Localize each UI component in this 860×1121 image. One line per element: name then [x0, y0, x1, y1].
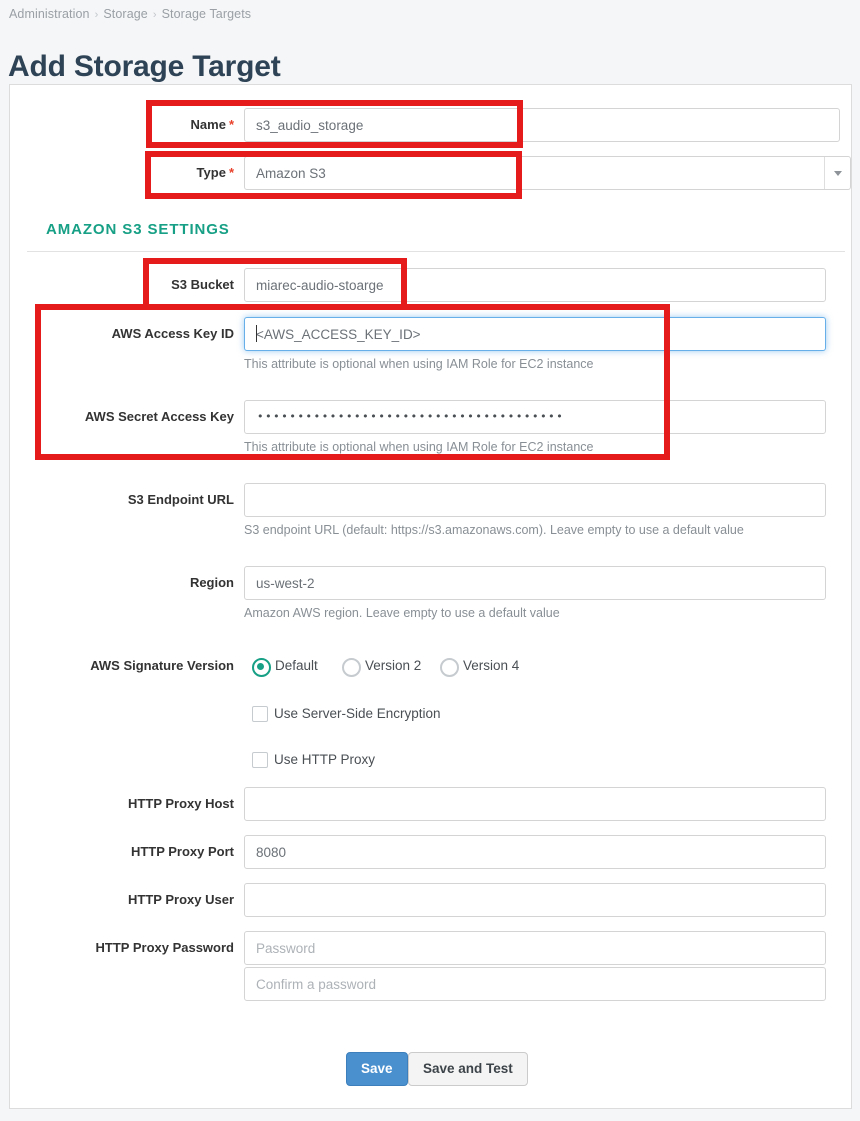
required-asterisk: *	[228, 165, 234, 180]
page-title: Add Storage Target	[8, 50, 281, 84]
name-label: Name *	[190, 117, 234, 132]
access-key-id-label: AWS Access Key ID	[111, 326, 234, 341]
proxy-password-confirm-input[interactable]	[244, 967, 826, 1001]
signature-version-label: AWS Signature Version	[90, 658, 234, 673]
breadcrumb-item-administration[interactable]: Administration	[9, 7, 90, 21]
breadcrumb: Administration › Storage › Storage Targets	[9, 7, 251, 21]
secret-access-key-masked-value: ••••••••••••••••••••••••••••••••••••••	[257, 410, 565, 423]
type-select[interactable]: Amazon S3	[244, 156, 851, 190]
secret-access-key-help: This attribute is optional when using IA…	[244, 440, 594, 454]
proxy-user-label: HTTP Proxy User	[128, 892, 234, 907]
endpoint-url-label: S3 Endpoint URL	[127, 492, 234, 507]
checkbox-use-http-proxy[interactable]: Use HTTP Proxy	[252, 750, 375, 770]
proxy-password-label: HTTP Proxy Password	[95, 940, 234, 955]
radio-default[interactable]: Default	[252, 656, 318, 677]
proxy-password-input[interactable]	[244, 931, 826, 965]
type-label: Type *	[196, 165, 234, 180]
breadcrumb-separator: ›	[152, 9, 157, 21]
radio-version-4[interactable]: Version 4	[440, 656, 519, 677]
section-divider	[27, 251, 845, 252]
region-help: Amazon AWS region. Leave empty to use a …	[244, 606, 560, 620]
breadcrumb-item-storage[interactable]: Storage	[103, 7, 147, 21]
required-asterisk: *	[228, 117, 234, 132]
text-cursor	[256, 325, 257, 342]
secret-access-key-input[interactable]: ••••••••••••••••••••••••••••••••••••••	[244, 400, 826, 434]
s3-bucket-input[interactable]	[244, 268, 826, 302]
region-input[interactable]	[244, 566, 826, 600]
form-card: Name* Type* Amazon S3 AMAZON S3 SETTINGS…	[9, 84, 852, 1109]
proxy-port-label: HTTP Proxy Port	[130, 844, 234, 859]
region-label: Region	[189, 575, 234, 590]
proxy-host-label: HTTP Proxy Host	[128, 796, 234, 811]
proxy-port-input[interactable]	[244, 835, 826, 869]
save-button[interactable]: Save	[346, 1052, 408, 1086]
section-title-amazon-s3-settings: AMAZON S3 SETTINGS	[46, 221, 230, 238]
proxy-host-input[interactable]	[244, 787, 826, 821]
proxy-user-input[interactable]	[244, 883, 826, 917]
checkbox-server-side-encryption[interactable]: Use Server-Side Encryption	[252, 704, 441, 724]
type-select-value: Amazon S3	[256, 166, 326, 181]
save-and-test-button[interactable]: Save and Test	[408, 1052, 528, 1086]
secret-access-key-label: AWS Secret Access Key	[84, 409, 234, 424]
name-input[interactable]	[244, 108, 840, 142]
endpoint-url-help: S3 endpoint URL (default: https://s3.ama…	[244, 523, 744, 537]
chevron-down-icon[interactable]	[824, 157, 850, 189]
breadcrumb-item-storage-targets[interactable]: Storage Targets	[162, 7, 252, 21]
endpoint-url-input[interactable]	[244, 483, 826, 517]
radio-version-2[interactable]: Version 2	[342, 656, 421, 677]
access-key-id-input[interactable]	[244, 317, 826, 351]
breadcrumb-separator: ›	[94, 9, 99, 21]
access-key-id-help: This attribute is optional when using IA…	[244, 357, 594, 371]
s3-bucket-label: S3 Bucket	[171, 277, 234, 292]
add-storage-target-page: Administration › Storage › Storage Targets A…	[0, 0, 860, 1121]
